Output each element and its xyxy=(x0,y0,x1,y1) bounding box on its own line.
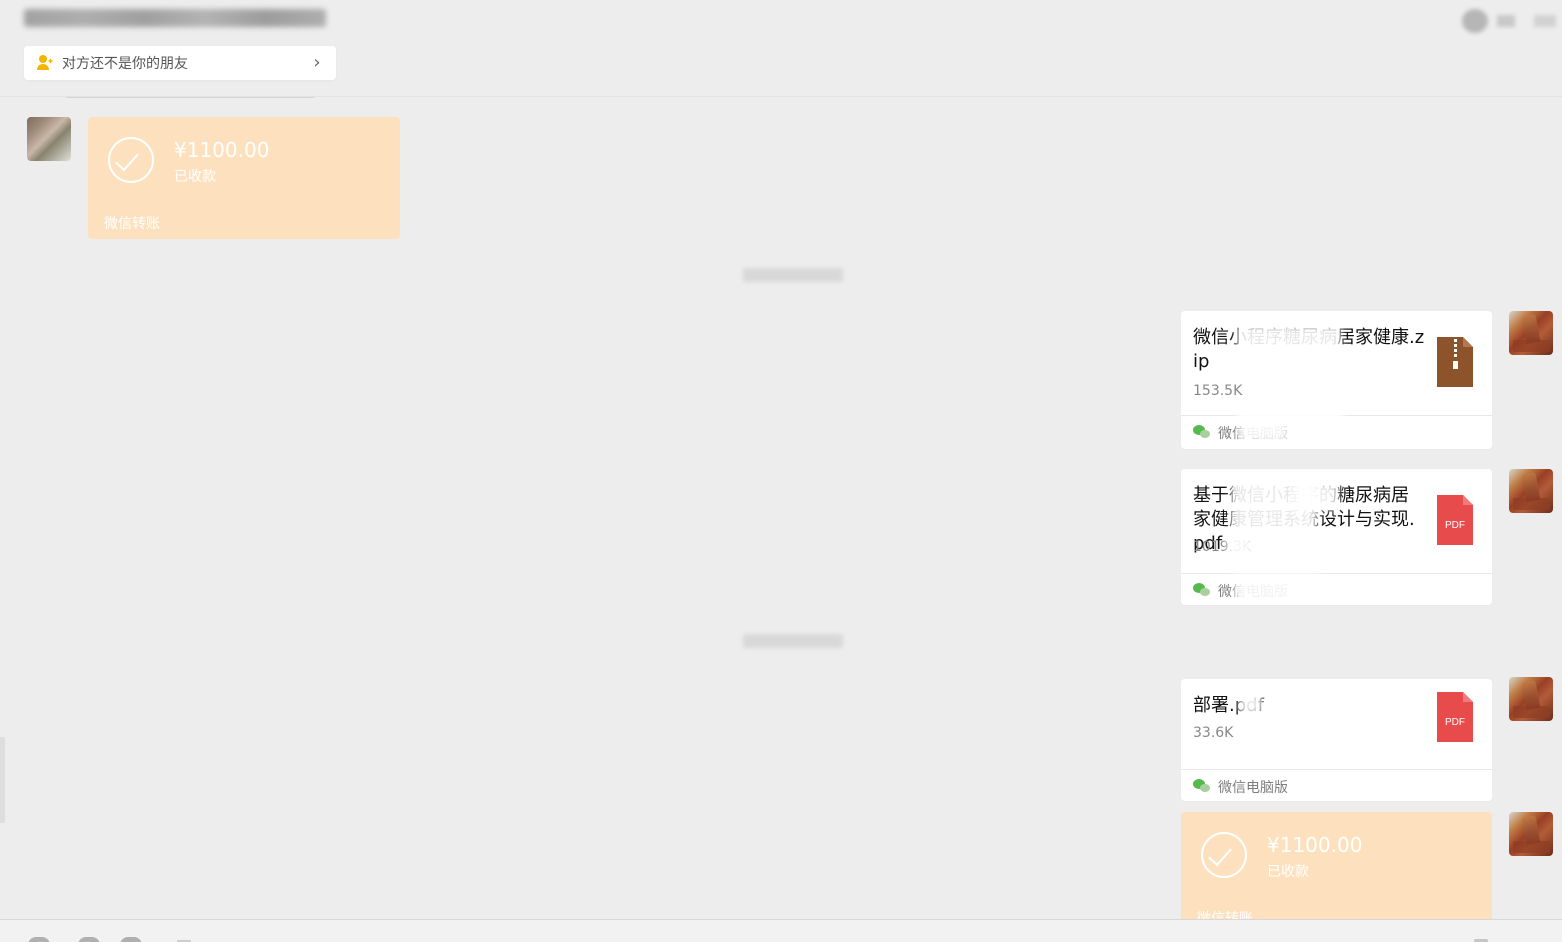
pdf-file-icon: PDF xyxy=(1437,495,1473,545)
transfer-footer: 微信转账 xyxy=(1197,911,1253,919)
pdf-file-message[interactable]: 基于微信小程序的糖尿病居家健康管理系统设计与实现.pdf 1019.3K PDF… xyxy=(1181,469,1492,605)
zip-file-message[interactable]: 微信小程序糖尿病居家健康.zip 153.5K 微信电脑版 xyxy=(1181,311,1492,449)
transfer-status: 已收款 xyxy=(1267,864,1309,880)
pdf-label: PDF xyxy=(1445,520,1465,531)
screenshot-icon[interactable] xyxy=(120,937,142,942)
wechat-chat-window: 对方还不是你的朋友 › ¥1100.00 已收款 微信转账 微信小程序糖尿病居家… xyxy=(0,0,1562,942)
wechat-transfer-card[interactable]: ¥1100.00 已收款 微信转账 xyxy=(1181,812,1492,919)
received-check-icon xyxy=(108,137,154,183)
transfer-amount: ¥1100.00 xyxy=(174,138,270,162)
blurred-chat-title xyxy=(24,9,326,27)
my-avatar[interactable] xyxy=(1509,677,1553,721)
person-warning-icon xyxy=(34,52,56,74)
scroll-edge xyxy=(0,737,5,823)
file-source-row: 微信电脑版 xyxy=(1181,574,1492,605)
file-source-row: 微信电脑版 xyxy=(1181,770,1492,801)
my-avatar[interactable] xyxy=(1509,469,1553,513)
wechat-source-icon xyxy=(1193,779,1211,795)
blurred-file-name-part xyxy=(1237,325,1341,353)
file-card-main: 部署.pdf 33.6K PDF xyxy=(1181,679,1492,770)
wechat-source-icon xyxy=(1193,425,1211,441)
contact-avatar[interactable] xyxy=(27,117,71,161)
blurred-header-icon[interactable] xyxy=(1462,9,1488,33)
wechat-transfer-card[interactable]: ¥1100.00 已收款 微信转账 xyxy=(88,117,400,239)
chevron-right-icon: › xyxy=(313,52,321,73)
blurred-timestamp xyxy=(743,634,843,648)
blurred-source-label xyxy=(1235,573,1321,603)
message-composer-toolbar[interactable] xyxy=(0,919,1562,942)
blurred-file-name-part xyxy=(1239,693,1263,715)
received-check-icon xyxy=(1201,832,1247,878)
transfer-status: 已收款 xyxy=(174,169,216,185)
pdf-label: PDF xyxy=(1445,717,1465,728)
file-size: 153.5K xyxy=(1193,383,1243,399)
blurred-file-size-part xyxy=(1227,535,1255,559)
file-source-label: 微信电脑版 xyxy=(1218,780,1288,796)
emoji-icon[interactable] xyxy=(28,937,50,942)
person-warning-icon-svg xyxy=(37,55,53,70)
not-friend-notice[interactable]: 对方还不是你的朋友 › xyxy=(24,46,336,80)
file-card-main: 微信小程序糖尿病居家健康.zip 153.5K xyxy=(1181,311,1492,421)
wechat-source-icon xyxy=(1193,583,1211,599)
transfer-footer: 微信转账 xyxy=(104,216,160,232)
message-separator xyxy=(66,97,314,98)
chat-header: 对方还不是你的朋友 › xyxy=(0,0,1562,97)
my-avatar[interactable] xyxy=(1509,812,1553,856)
file-card-main: 基于微信小程序的糖尿病居家健康管理系统设计与实现.pdf 1019.3K PDF xyxy=(1181,469,1492,574)
zip-file-icon xyxy=(1437,337,1473,387)
blurred-file-name-part xyxy=(1294,482,1338,510)
blurred-header-control[interactable] xyxy=(1497,15,1515,27)
file-icon[interactable] xyxy=(78,937,100,942)
pdf-file-message[interactable]: 部署.pdf 33.6K PDF 微信电脑版 xyxy=(1181,679,1492,801)
blurred-timestamp xyxy=(743,268,843,282)
my-avatar[interactable] xyxy=(1509,311,1553,355)
blurred-header-control[interactable] xyxy=(1534,15,1556,27)
transfer-amount: ¥1100.00 xyxy=(1267,833,1363,857)
file-size: 33.6K xyxy=(1193,725,1234,741)
blurred-source-label xyxy=(1239,418,1289,442)
not-friend-text: 对方还不是你的朋友 xyxy=(62,56,188,72)
pdf-file-icon: PDF xyxy=(1437,692,1473,742)
message-list[interactable]: ¥1100.00 已收款 微信转账 微信小程序糖尿病居家健康.zip 153.5… xyxy=(0,97,1562,919)
file-name: 部署.pdf xyxy=(1193,695,1264,716)
